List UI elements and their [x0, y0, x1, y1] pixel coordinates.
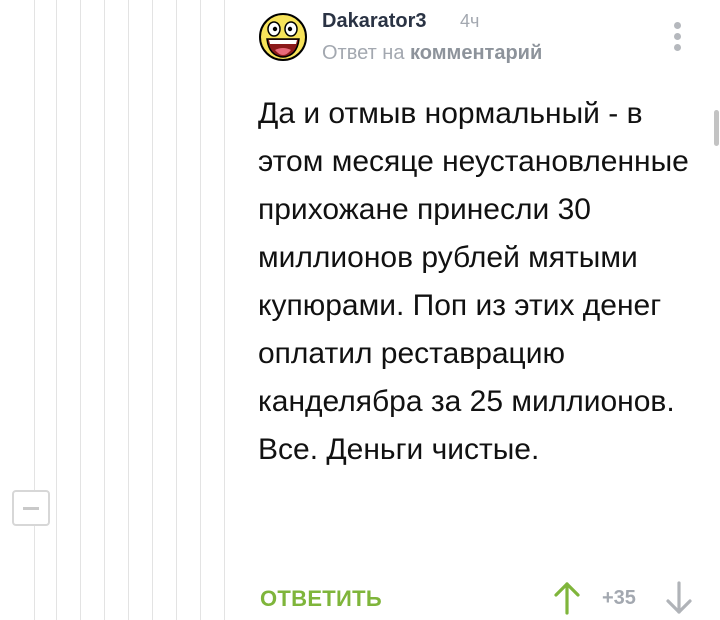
arrow-down-icon[interactable]	[664, 580, 694, 616]
reply-prefix: Ответ на	[322, 42, 405, 64]
reply-info: Ответ на комментарий	[322, 42, 542, 65]
thread-line	[56, 0, 57, 620]
avatar[interactable]	[258, 12, 308, 62]
score: +35	[602, 587, 636, 609]
author-name[interactable]: Dakarator3	[322, 10, 427, 33]
thread-line	[176, 0, 177, 620]
reply-target-link[interactable]: комментарий	[410, 42, 542, 64]
arrow-up-icon[interactable]	[552, 580, 582, 616]
thread-line	[128, 0, 129, 620]
thread-line	[200, 0, 201, 620]
comment-time: 4ч	[460, 11, 480, 31]
collapse-thread-button[interactable]	[12, 490, 50, 526]
thread-line	[34, 0, 35, 620]
thread-line	[80, 0, 81, 620]
thread-line	[224, 0, 225, 620]
comment-text: Да и отмыв нормальный - в этом месяце не…	[258, 97, 689, 466]
thread-line	[104, 0, 105, 620]
kebab-menu-icon[interactable]	[668, 22, 688, 52]
scrollbar[interactable]	[714, 110, 719, 146]
reply-button[interactable]: ОТВЕТИТЬ	[260, 586, 382, 612]
minus-icon	[23, 507, 39, 510]
thread-line	[152, 0, 153, 620]
